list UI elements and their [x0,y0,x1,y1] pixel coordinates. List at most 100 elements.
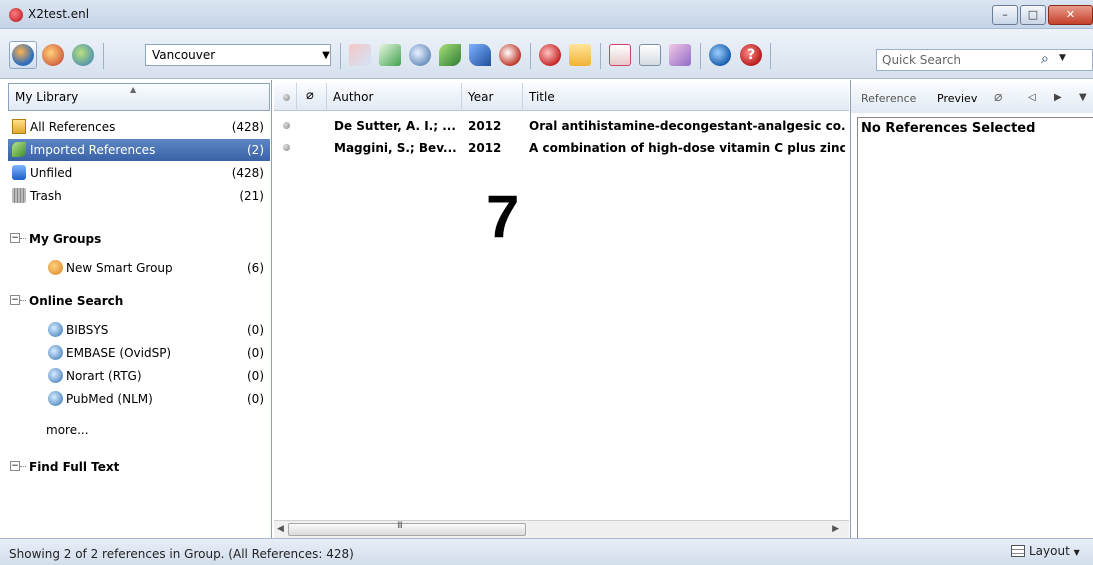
tab-menu-icon[interactable]: ▼ [1079,92,1087,103]
library-item-imported-references[interactable]: Imported References (2) [8,139,270,161]
layout-button[interactable]: Layout ▼ [1011,544,1080,562]
column-year-label: Year [468,90,494,104]
search-icon[interactable]: ⌕ [1041,51,1049,67]
copy-formatted-icon [349,44,371,66]
online-search-mode-button[interactable] [39,41,67,69]
group-header-my-groups[interactable]: − My Groups [8,228,270,250]
help-button[interactable]: ? [737,41,765,69]
maximize-button[interactable]: □ [1020,5,1046,25]
library-item-all-references[interactable]: All References (428) [8,116,270,138]
open-file-button[interactable] [566,41,594,69]
tab-reference[interactable]: Reference [861,92,916,105]
library-item-count: (428) [231,166,264,180]
open-link-button[interactable] [536,41,564,69]
annotate-button[interactable] [636,41,664,69]
tab-next-icon[interactable]: ▶ [1054,92,1062,103]
column-title[interactable]: Title [523,83,849,111]
horizontal-scrollbar[interactable]: ◀ III ▶ [274,520,849,538]
preview-empty-message: No References Selected [861,121,1036,136]
table-row[interactable]: Maggini, S.; Bev... 2012 A combination o… [274,137,849,159]
group-item-new-smart-group[interactable]: New Smart Group (6) [8,257,270,279]
reference-author: Maggini, S.; Bev... [334,141,457,155]
paperclip-icon[interactable]: ⌀ [994,89,1002,105]
imported-references-icon [12,142,26,157]
quick-search-input[interactable]: Quick Search ⌕ ▼ [876,49,1093,71]
open-pdf-button[interactable] [606,41,634,69]
insert-citation-button[interactable] [666,41,694,69]
find-full-text-button[interactable] [496,41,524,69]
library-header[interactable]: My Library ▲ [8,83,270,111]
chevron-down-icon[interactable]: ▼ [1059,53,1066,63]
online-search-button[interactable] [406,41,434,69]
library-item-count: (428) [231,120,264,134]
library-item-unfiled[interactable]: Unfiled (428) [8,162,270,184]
reference-list-panel: ⌀ Author Year Title De Sutter, A. I.; ..… [274,80,849,538]
column-read-status[interactable] [274,83,297,111]
reference-title: A combination of high-dose vitamin C plu… [529,141,845,155]
import-arrow-icon [439,44,461,66]
column-attachment[interactable]: ⌀ [297,83,327,111]
endnote-app-icon [9,8,23,22]
library-item-label: Unfiled [30,166,73,180]
local-library-icon [12,44,34,66]
reference-year: 2012 [468,119,502,133]
collapse-icon[interactable]: − [10,295,20,305]
online-search-more-link[interactable]: more... [46,423,89,437]
style-dropdown-button[interactable]: ▼ [318,44,334,66]
online-search-item-embase[interactable]: EMBASE (OvidSP) (0) [8,342,270,364]
table-row[interactable]: De Sutter, A. I.; ... 2012 Oral antihist… [274,115,849,137]
column-year[interactable]: Year [462,83,523,111]
title-bar: X2test.enl – □ ✕ [0,0,1093,29]
column-author[interactable]: Author [327,83,462,111]
read-status-icon [283,94,290,101]
online-search-item-bibsys[interactable]: BIBSYS (0) [8,319,270,341]
library-panel: My Library ▲ All References (428) Import… [0,80,272,538]
copy-formatted-button[interactable] [346,41,374,69]
unfiled-icon [12,165,26,180]
read-status-icon [283,144,290,151]
reference-year: 2012 [468,141,502,155]
library-item-count: (2) [247,143,264,157]
minimize-button[interactable]: – [992,5,1018,25]
online-search-label: BIBSYS [66,323,109,337]
online-search-count: (0) [247,369,264,383]
find-full-text-icon [499,44,521,66]
online-search-item-norart[interactable]: Norart (RTG) (0) [8,365,270,387]
chevron-down-icon: ▼ [322,49,330,61]
sync-button[interactable] [706,41,734,69]
export-button[interactable] [466,41,494,69]
tab-prev-icon[interactable]: ◁ [1028,92,1036,103]
tab-preview[interactable]: Previev [937,92,977,105]
preview-tabs: Reference Previev ⌀ ◁ ▶ ▼ [851,83,1093,113]
scroll-left-icon[interactable]: ◀ [277,524,284,534]
integrated-library-mode-button[interactable] [69,41,97,69]
import-button[interactable] [436,41,464,69]
local-library-mode-button[interactable] [9,41,37,69]
scroll-right-icon[interactable]: ▶ [832,524,839,534]
library-item-label: Trash [30,189,62,203]
online-search-item-pubmed[interactable]: PubMed (NLM) (0) [8,388,270,410]
new-reference-button[interactable] [376,41,404,69]
insert-citation-icon [669,44,691,66]
preview-content: No References Selected [857,117,1093,538]
group-header-online-search[interactable]: − Online Search [8,290,270,312]
folder-icon [569,44,591,66]
scrollbar-thumb[interactable]: III [288,521,526,536]
library-item-trash[interactable]: Trash (21) [8,185,270,207]
new-reference-icon [379,44,401,66]
group-header-find-full-text[interactable]: − Find Full Text [8,456,270,478]
group-item-count: (6) [247,261,264,275]
close-button[interactable]: ✕ [1048,5,1093,25]
output-style-select[interactable]: Vancouver [145,44,331,66]
collapse-icon[interactable]: − [10,233,20,243]
collapse-icon[interactable]: − [10,461,20,471]
window-title: X2test.enl [28,7,90,21]
trash-icon [12,188,26,203]
status-bar: Showing 2 of 2 references in Group. (All… [0,538,1093,565]
layout-label: Layout [1029,544,1070,558]
search-icon [409,44,431,66]
export-arrow-icon [469,44,491,66]
quick-search-placeholder: Quick Search [882,53,961,67]
column-header-row: ⌀ Author Year Title [274,83,849,111]
layout-icon [1011,545,1025,557]
